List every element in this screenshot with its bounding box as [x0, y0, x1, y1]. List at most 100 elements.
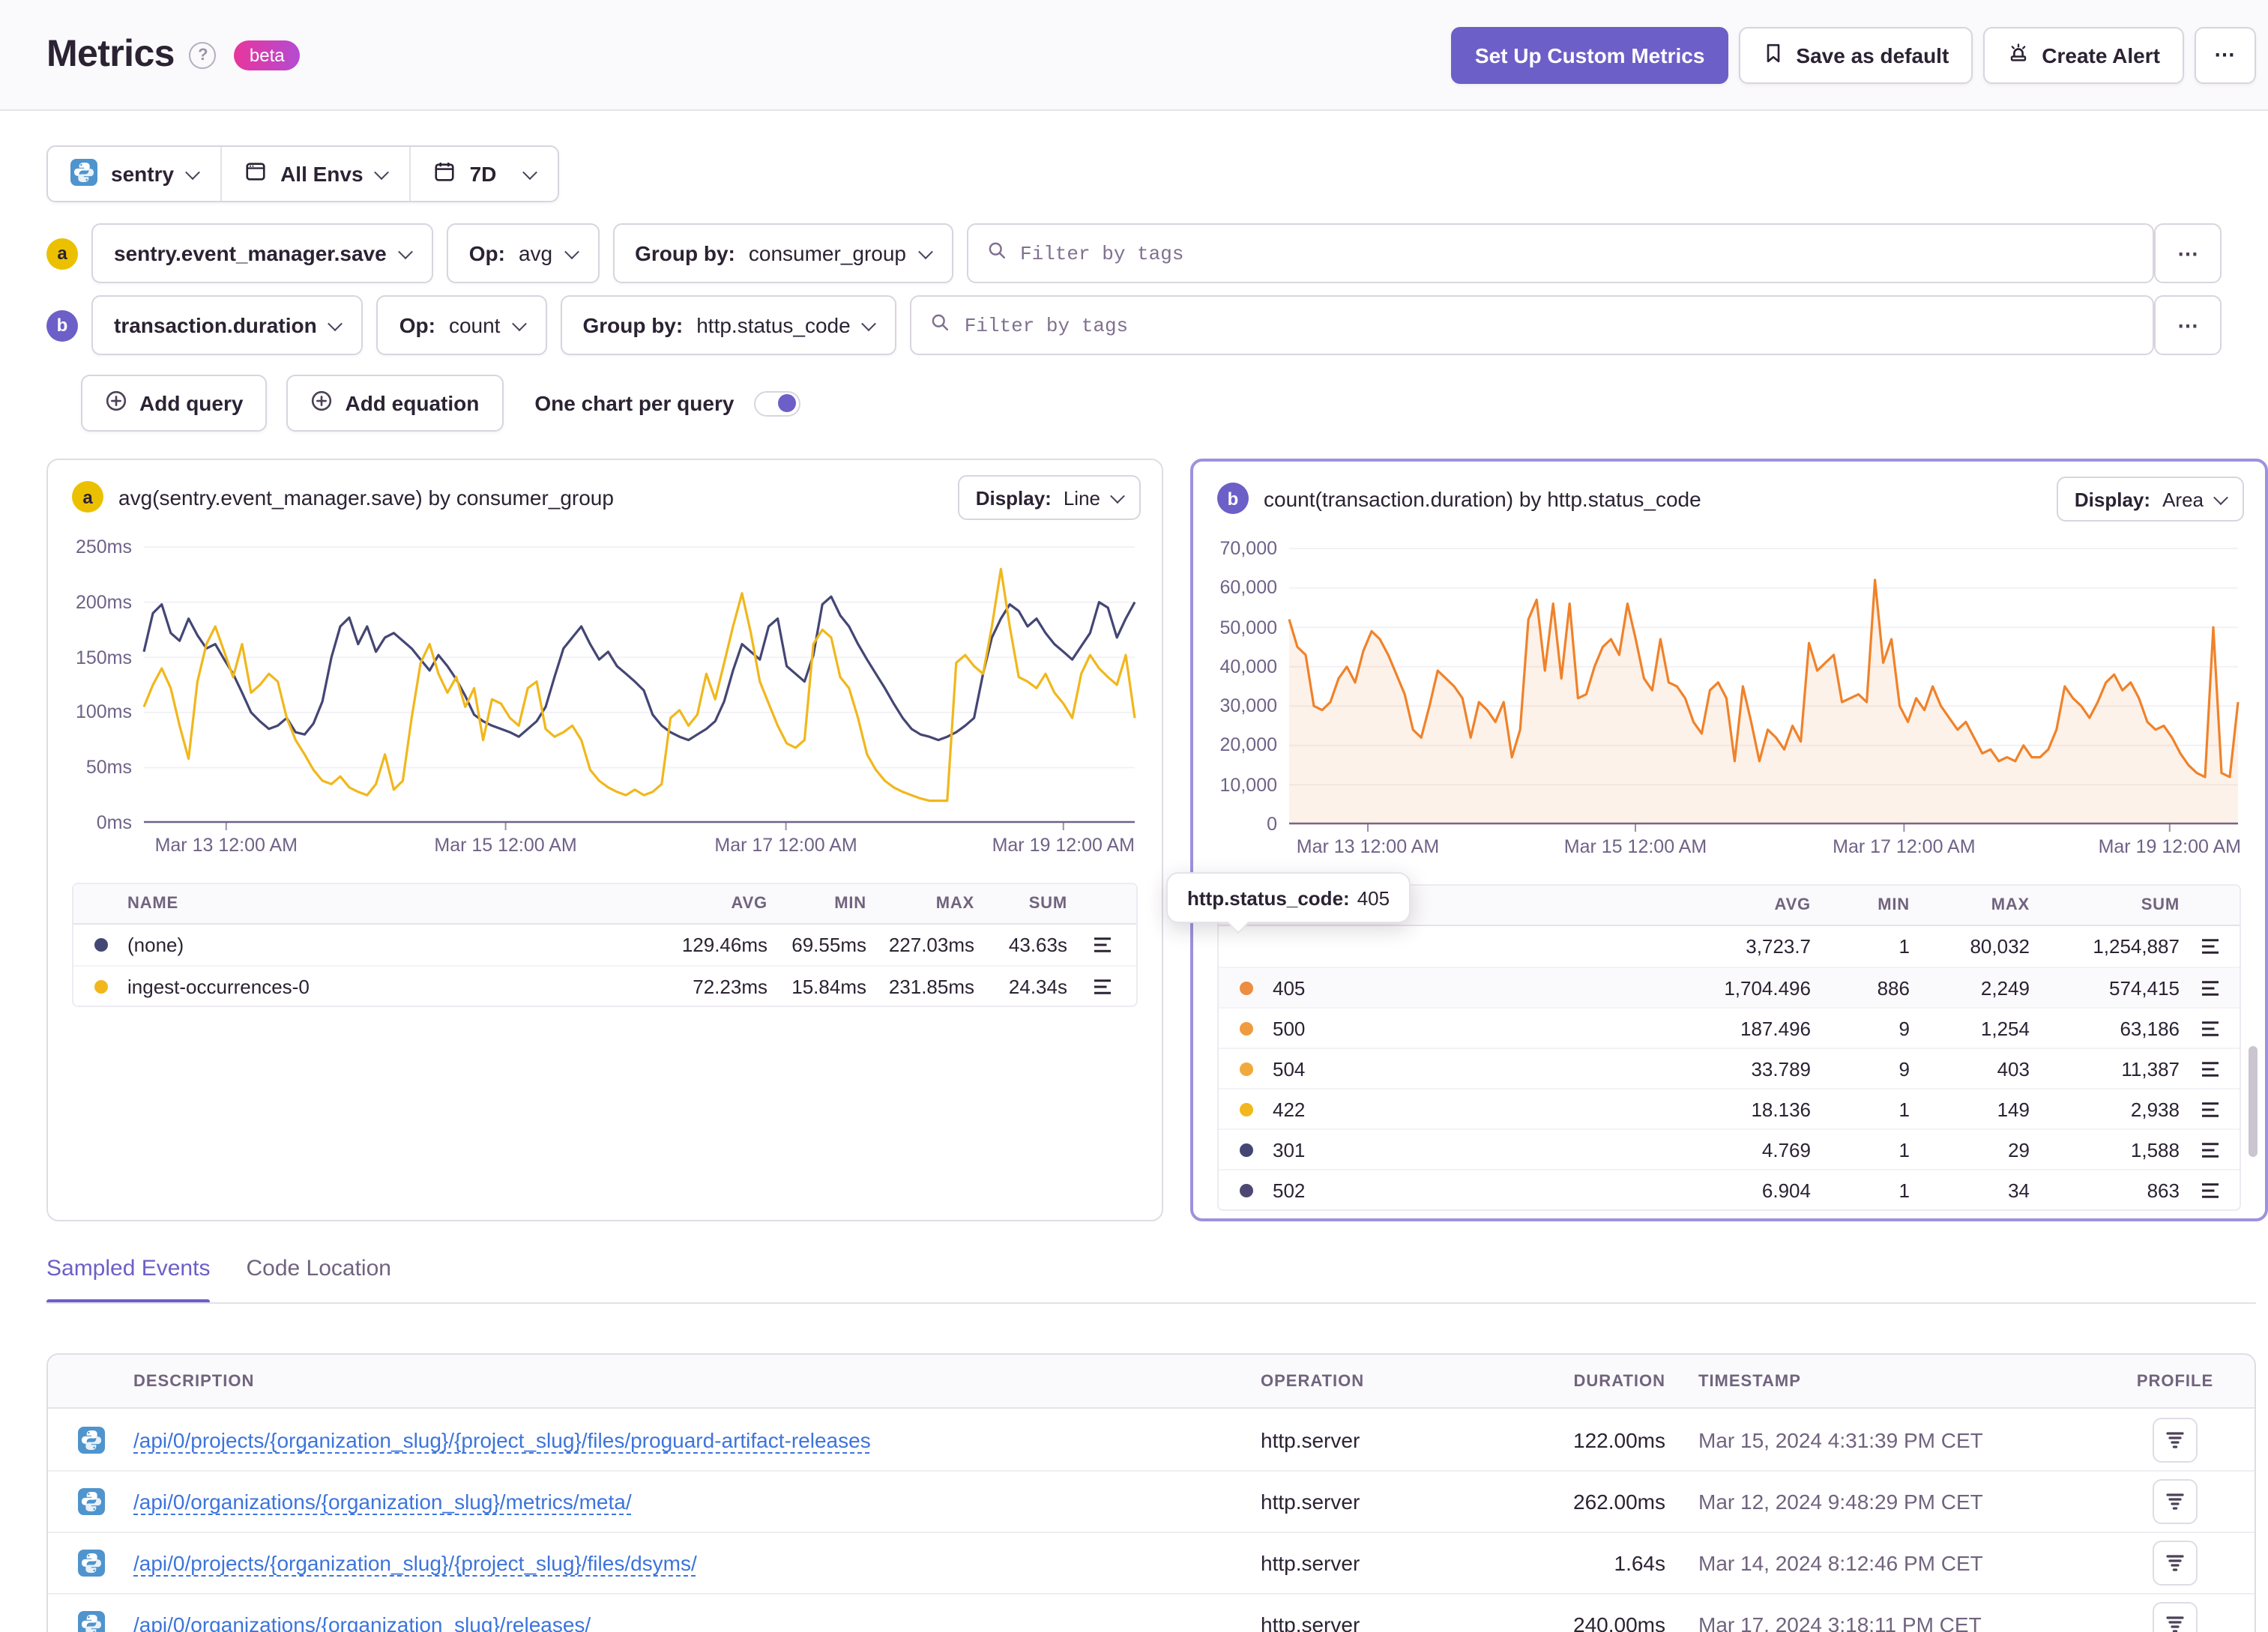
row-menu-icon[interactable]	[2180, 938, 2240, 955]
summary-table-row[interactable]: (none) 129.46ms 69.55ms 227.03ms 43.63s	[73, 925, 1136, 965]
x-axis-label: Mar 13 12:00 AM	[1296, 836, 1440, 857]
y-axis-label: 50ms	[85, 757, 132, 779]
profile-button[interactable]	[2153, 1541, 2198, 1586]
column-header-min[interactable]: MIN	[1811, 896, 1910, 914]
date-range-selector[interactable]: 7D	[409, 147, 558, 201]
series-max: 149	[1997, 1098, 2030, 1120]
metric-select[interactable]: sentry.event_manager.save	[91, 223, 433, 283]
column-header-name[interactable]: NAME	[127, 895, 633, 913]
series-avg: 18.136	[1751, 1098, 1811, 1120]
query-overflow-button[interactable]: ⋯	[2154, 295, 2222, 355]
chart-panel-b[interactable]: b count(transaction.duration) by http.st…	[1190, 459, 2268, 1221]
metric-select[interactable]: transaction.duration	[91, 295, 364, 355]
row-menu-icon[interactable]	[1067, 978, 1136, 994]
operation-select[interactable]: Op: count	[376, 295, 547, 355]
date-range-value: 7D	[469, 162, 497, 186]
column-header-avg[interactable]: AVG	[633, 895, 767, 913]
tag-filter-input[interactable]	[964, 314, 2135, 336]
plus-circle-icon	[105, 390, 127, 417]
event-duration: 1.64s	[1614, 1551, 1666, 1575]
tag-filter-input[interactable]	[1020, 242, 2135, 265]
summary-table-row[interactable]: 405 1,704.496 886 2,249 574,415	[1219, 967, 2240, 1007]
group-by-select[interactable]: Group by: consumer_group	[612, 223, 953, 283]
event-duration: 240.00ms	[1573, 1613, 1665, 1632]
summary-table-row[interactable]: 500 187.496 9 1,254 63,186	[1219, 1007, 2240, 1048]
profile-button[interactable]	[2153, 1479, 2198, 1524]
event-operation: http.server	[1261, 1427, 1360, 1451]
row-menu-icon[interactable]	[2180, 1182, 2240, 1198]
series-min: 1	[1898, 1098, 1910, 1120]
tab-code-location[interactable]: Code Location	[246, 1256, 391, 1281]
header-overflow-button[interactable]: ⋯	[2195, 26, 2256, 83]
x-axis-label: Mar 19 12:00 AM	[2098, 836, 2241, 857]
sampled-events-table: DESCRIPTION OPERATION DURATION TIMESTAMP…	[46, 1353, 2256, 1632]
summary-table-row[interactable]: 3,723.7 1 80,032 1,254,887	[1219, 926, 2240, 967]
row-menu-icon[interactable]	[2180, 1020, 2240, 1036]
add-equation-button[interactable]: Add equation	[286, 375, 504, 432]
x-axis-label: Mar 15 12:00 AM	[434, 835, 577, 856]
event-description-link[interactable]: /api/0/organizations/{organization_slug}…	[133, 1490, 632, 1514]
series-min: 1	[1898, 1179, 1910, 1201]
environment-selector[interactable]: All Envs	[220, 147, 410, 201]
summary-table-row[interactable]: ingest-occurrences-0 72.23ms 15.84ms 231.85…	[73, 965, 1136, 1006]
chart-panel-a[interactable]: a avg(sentry.event_manager.save) by cons…	[46, 459, 1163, 1221]
event-operation: http.server	[1261, 1490, 1360, 1514]
profile-button[interactable]	[2153, 1602, 2198, 1632]
plus-circle-icon	[310, 390, 333, 417]
series-sum: 1,254,887	[2093, 935, 2180, 958]
one-chart-per-query-toggle[interactable]	[753, 390, 800, 416]
row-menu-icon[interactable]	[2180, 979, 2240, 996]
one-chart-per-query-label: One chart per query	[534, 391, 735, 415]
save-as-default-button[interactable]: Save as default	[1739, 26, 1973, 83]
row-menu-icon[interactable]	[2180, 1141, 2240, 1158]
series-min: 1	[1898, 1138, 1910, 1161]
series-color-dot	[1219, 1183, 1273, 1197]
row-menu-icon[interactable]	[2180, 1101, 2240, 1117]
tab-sampled-events[interactable]: Sampled Events	[46, 1256, 210, 1281]
display-type-select[interactable]: Display: Area	[2056, 477, 2244, 522]
chart-title: avg(sentry.event_manager.save) by consum…	[118, 485, 614, 509]
profile-button[interactable]	[2153, 1417, 2198, 1462]
summary-table-row[interactable]: 502 6.904 1 34 863	[1219, 1169, 2240, 1209]
area-chart	[1288, 548, 2240, 832]
series-sum: 11,387	[2121, 1057, 2180, 1080]
help-icon[interactable]: ?	[189, 41, 217, 68]
query-overflow-button[interactable]: ⋯	[2154, 223, 2222, 283]
add-query-button[interactable]: Add query	[81, 375, 268, 432]
summary-table-row[interactable]: 301 4.769 1 29 1,588	[1219, 1128, 2240, 1169]
y-axis-label: 60,000	[1219, 577, 1277, 599]
event-operation: http.server	[1261, 1551, 1360, 1575]
event-timestamp: Mar 17, 2024 3:18:11 PM CET	[1698, 1613, 1982, 1632]
summary-table-row[interactable]: 504 33.789 9 403 11,387	[1219, 1048, 2240, 1088]
column-header-sum[interactable]: SUM	[2030, 896, 2180, 914]
y-axis-label: 20,000	[1219, 734, 1277, 756]
display-type-select[interactable]: Display: Line	[957, 475, 1141, 520]
event-description-link[interactable]: /api/0/organizations/{organization_slug}…	[133, 1613, 591, 1632]
event-description-link[interactable]: /api/0/projects/{organization_slug}/{pro…	[133, 1427, 871, 1451]
operation-select[interactable]: Op: avg	[446, 223, 600, 283]
tag-filter	[966, 223, 2154, 283]
row-menu-icon[interactable]	[1067, 937, 1136, 953]
column-header-max[interactable]: MAX	[1910, 896, 2030, 914]
summary-table-row[interactable]: 422 18.136 1 149 2,938	[1219, 1088, 2240, 1128]
query-badge-b: b	[1217, 483, 1249, 514]
column-header-sum[interactable]: SUM	[974, 895, 1067, 913]
setup-custom-metrics-button[interactable]: Set Up Custom Metrics	[1450, 26, 1729, 83]
y-axis-label: 100ms	[75, 701, 132, 723]
query-actions: Add query Add equation One chart per que…	[81, 375, 800, 432]
column-header-avg[interactable]: AVG	[1631, 896, 1811, 914]
event-description-link[interactable]: /api/0/projects/{organization_slug}/{pro…	[133, 1551, 697, 1575]
row-menu-icon[interactable]	[2180, 1060, 2240, 1077]
bottom-tabs: Sampled Events Code Location	[46, 1256, 391, 1281]
column-header-max[interactable]: MAX	[866, 895, 974, 913]
column-header-min[interactable]: MIN	[767, 895, 866, 913]
create-alert-button[interactable]: Create Alert	[1983, 26, 2184, 83]
table-scrollbar[interactable]	[2249, 1046, 2258, 1157]
series-max: 403	[1997, 1057, 2030, 1080]
group-by-select[interactable]: Group by: http.status_code	[560, 295, 897, 355]
query-badge-b: b	[46, 309, 78, 341]
chevron-down-icon	[185, 164, 200, 180]
series-sum: 574,415	[2109, 976, 2180, 999]
y-axis-label: 250ms	[75, 537, 132, 557]
project-selector[interactable]: sentry	[48, 147, 220, 201]
